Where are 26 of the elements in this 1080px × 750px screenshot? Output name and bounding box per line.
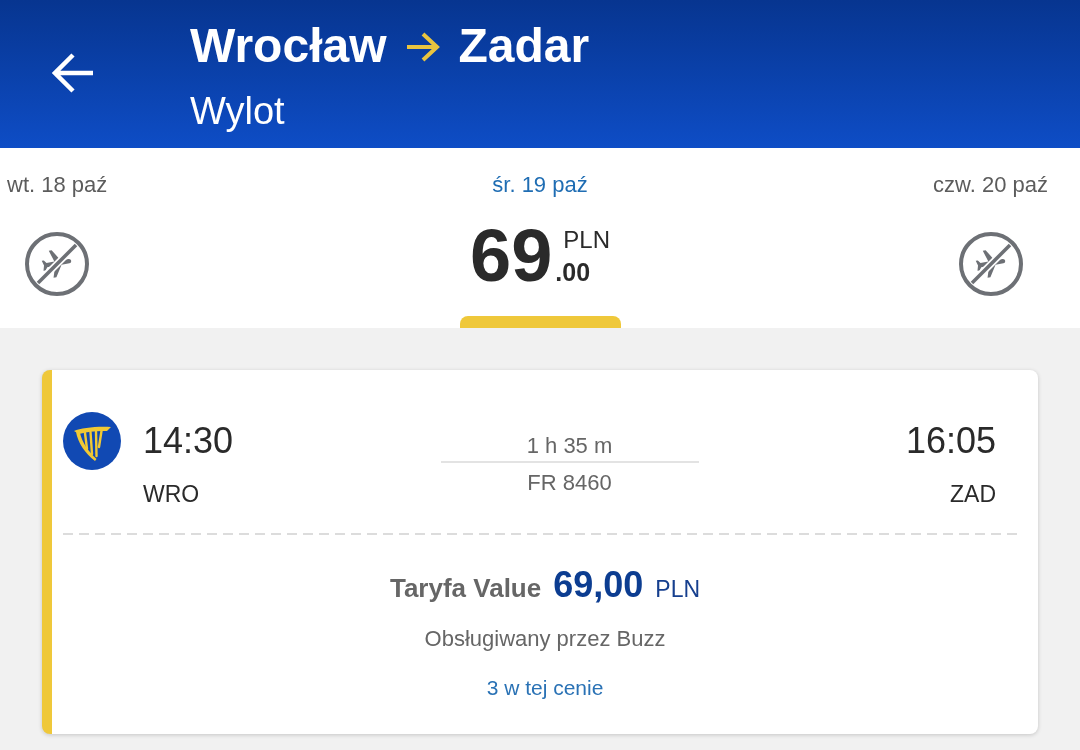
arrival-airport: ZAD: [950, 480, 996, 508]
no-flight-icon: [958, 232, 1023, 296]
arrow-right-icon: [405, 32, 440, 62]
flight-number: FR 8460: [527, 470, 612, 496]
fare-name: Taryfa Value: [389, 572, 542, 604]
origin-city: Wrocław: [190, 18, 387, 74]
fare-currency: PLN: [655, 575, 701, 603]
departure-airport: WRO: [143, 480, 200, 508]
price-currency: PLN: [563, 228, 610, 252]
date-tab[interactable]: wt. 18 paź: [7, 148, 108, 328]
price-amount: 69: [470, 219, 553, 293]
destination-city: Zadar: [458, 18, 590, 74]
operator-text: Obsługiwany przez Buzz: [424, 625, 666, 653]
flight-duration: 1 h 35 m: [526, 433, 613, 459]
header-subtitle: Wylot: [190, 89, 285, 133]
no-flight-icon: [25, 232, 90, 296]
arrival-time: 16:05: [905, 419, 996, 463]
back-button[interactable]: [52, 53, 93, 93]
seats-at-price-text: 3 w tej cenie: [486, 675, 604, 701]
harp-logo-icon: [63, 412, 121, 470]
fare-price: 69,00: [553, 565, 644, 605]
arrow-left-icon: [52, 53, 93, 93]
date-tab[interactable]: czw. 20 paź: [933, 148, 1048, 328]
departure-time: 14:30: [143, 419, 234, 463]
price-decimals: .00: [555, 260, 591, 285]
flight-card[interactable]: 14:30 WRO 1 h 35 m FR 8460 16:05 ZAD Taryfa Value 69,00 PLN Obsługiwany przez Buzz 3 w tej cenie: [42, 370, 1038, 734]
